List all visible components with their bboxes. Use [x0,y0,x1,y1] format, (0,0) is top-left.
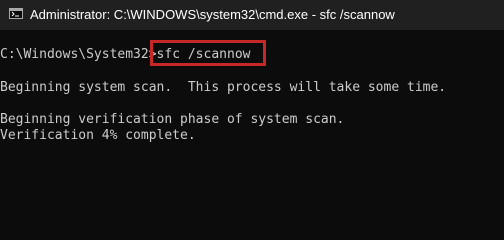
output-line: Beginning verification phase of system s… [0,112,345,127]
cmd-window: Administrator: C:\WINDOWS\system32\cmd.e… [0,0,504,223]
output-line: Verification 4% complete. [0,128,196,143]
prompt-text: C:\Windows\System32> [0,47,157,62]
window-title: Administrator: C:\WINDOWS\system32\cmd.e… [30,7,395,22]
output-line: Beginning system scan. This process will… [0,80,447,95]
console-output[interactable]: C:\Windows\System32>sfc /scannow Beginni… [0,30,504,223]
console-icon [9,8,23,19]
title-bar[interactable]: Administrator: C:\WINDOWS\system32\cmd.e… [0,0,504,30]
command-highlight-box [150,40,266,66]
